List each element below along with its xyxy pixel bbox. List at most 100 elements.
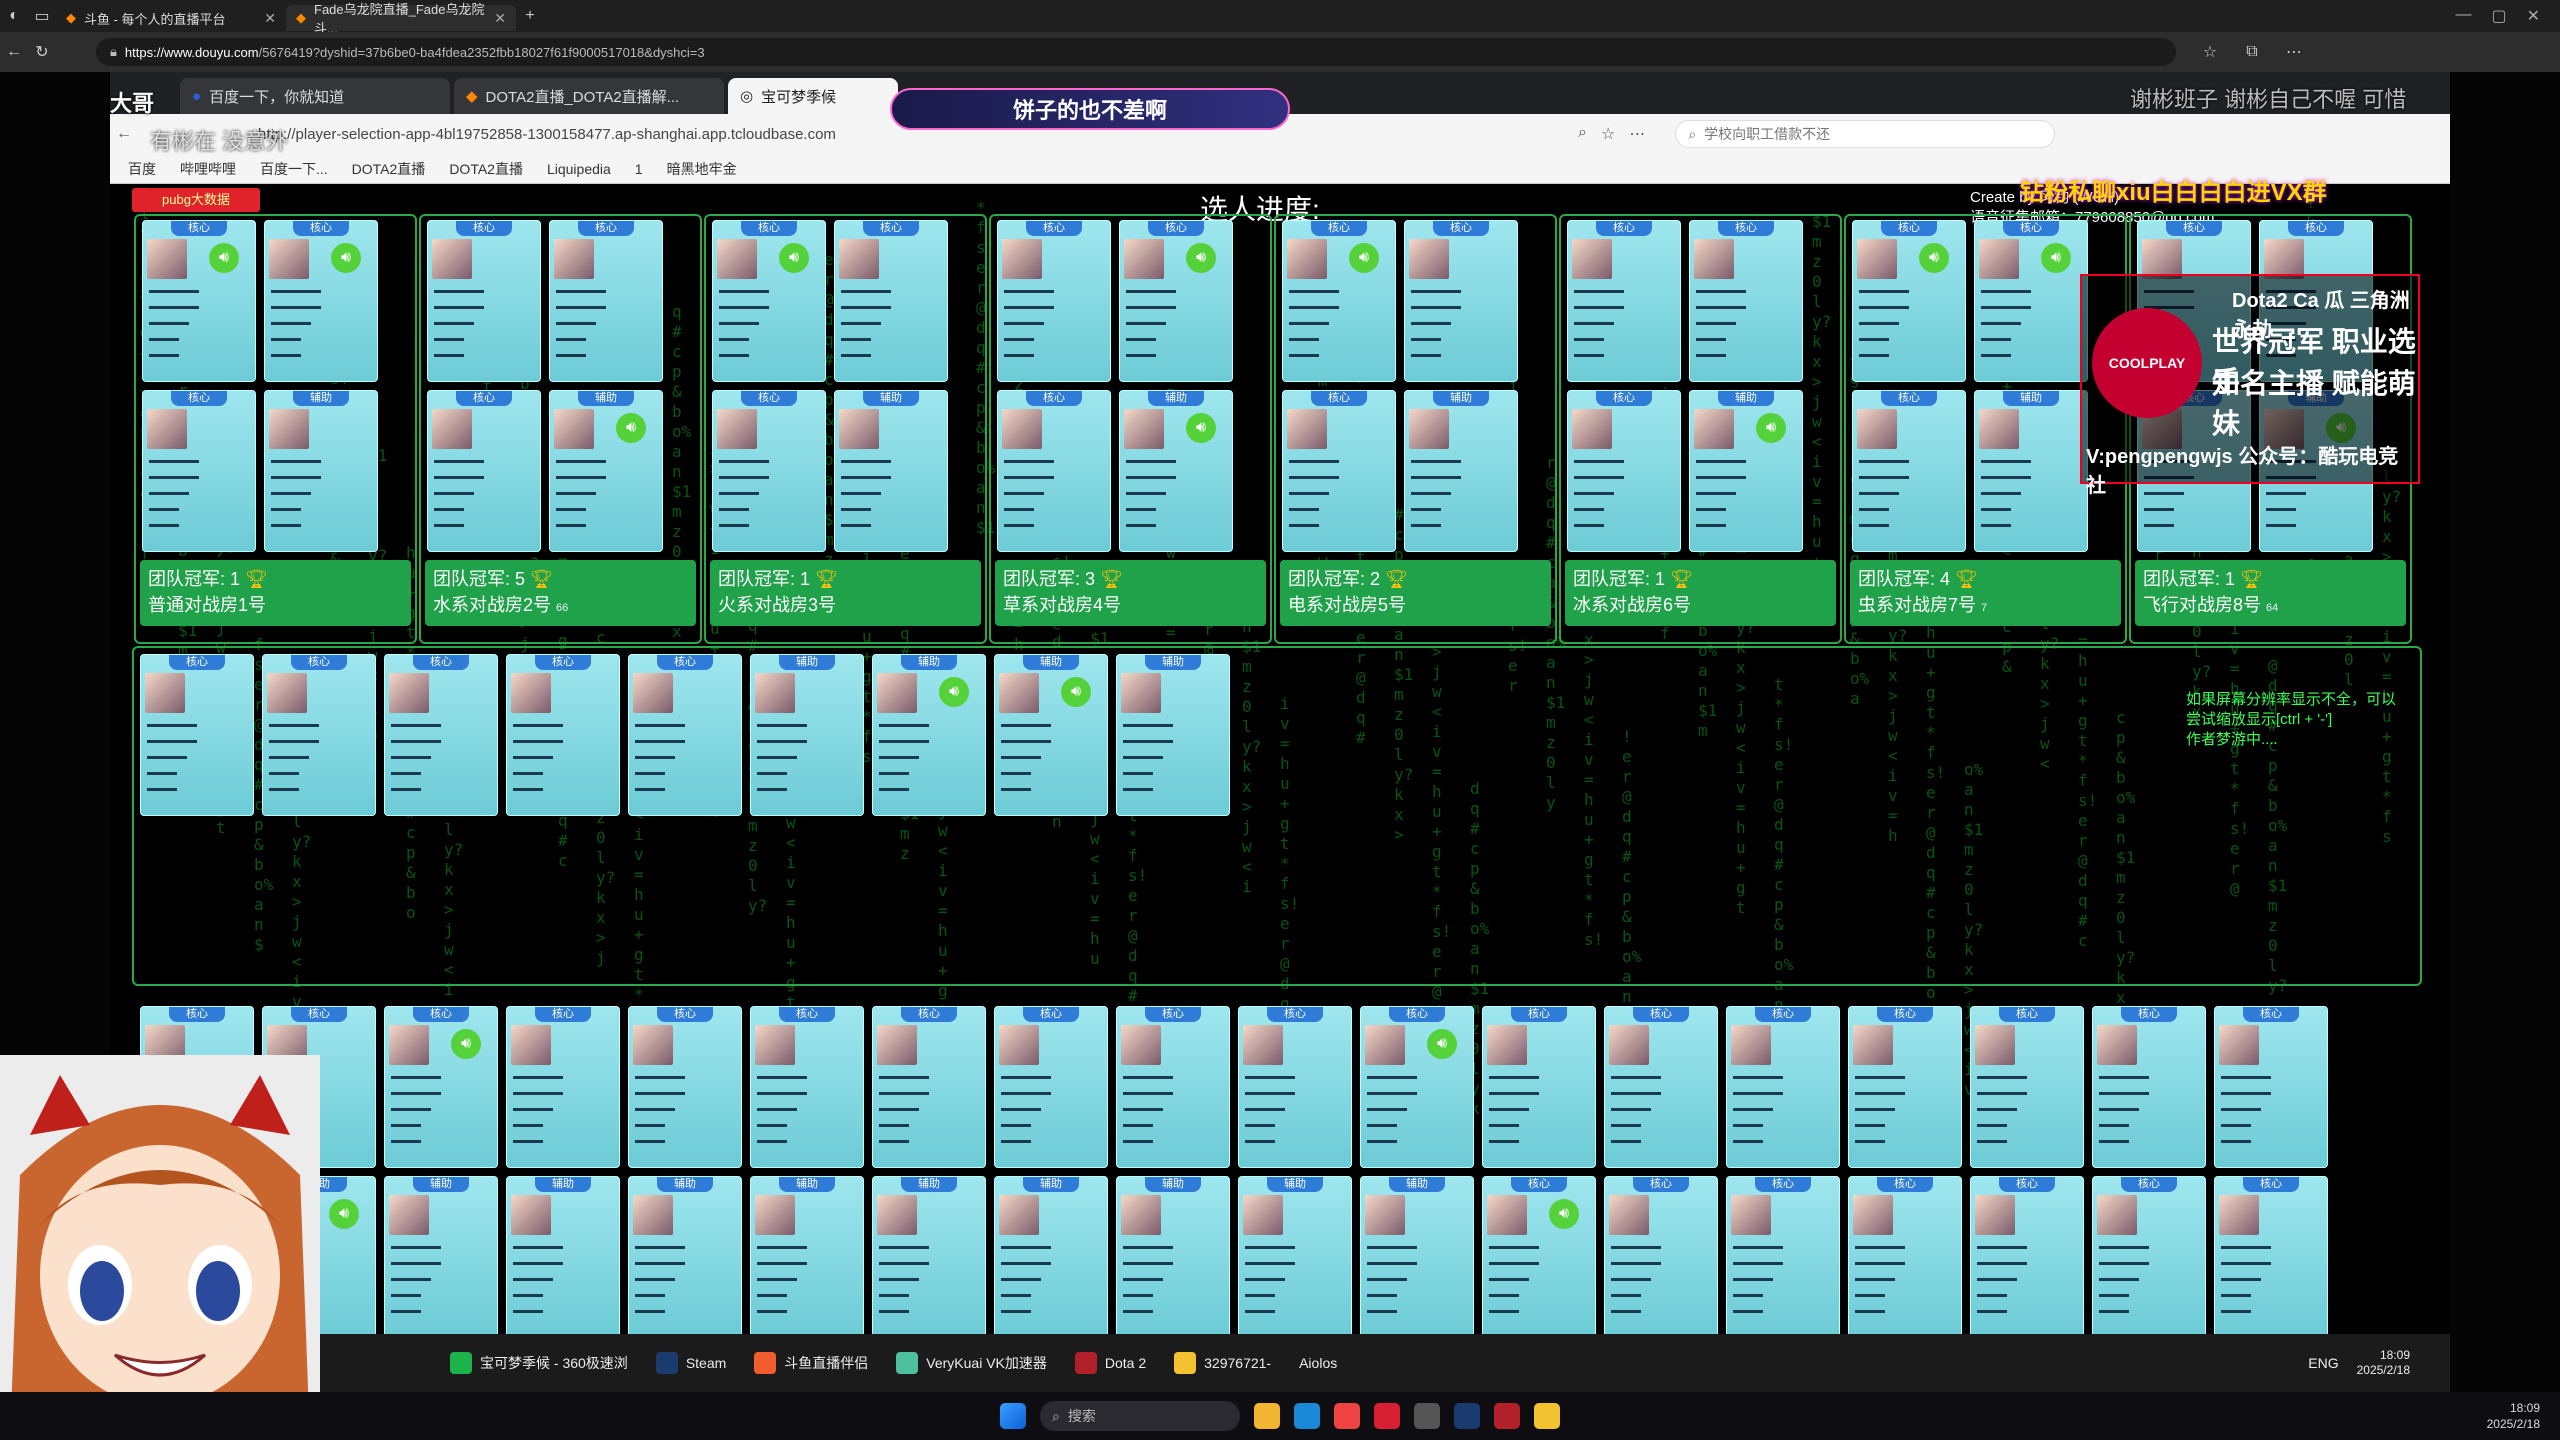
- player-card[interactable]: 核心 ▬▬▬▬▬▬▬▬▬▬▬▬▬▬▬▬▬▬▬▬: [2214, 1006, 2328, 1168]
- player-card[interactable]: 辅助 ▬▬▬▬▬▬▬▬▬▬▬▬▬▬▬▬▬▬▬▬: [264, 390, 378, 552]
- taskbar-app[interactable]: Dota 2: [1074, 1352, 1146, 1374]
- player-card[interactable]: 辅助 ▬▬▬▬▬▬▬▬▬▬▬▬▬▬▬▬▬▬▬▬: [628, 1176, 742, 1338]
- taskbar-app[interactable]: Aiolos: [1299, 1355, 1337, 1371]
- player-card[interactable]: 核心 ▬▬▬▬▬▬▬▬▬▬▬▬▬▬▬▬▬▬▬▬: [427, 220, 541, 382]
- taskbar-app[interactable]: Steam: [655, 1352, 726, 1374]
- new-tab-icon[interactable]: +: [516, 2, 544, 30]
- bookmark-item[interactable]: DOTA2直播: [352, 159, 426, 179]
- player-card[interactable]: 核心 ▬▬▬▬▬▬▬▬▬▬▬▬▬▬▬▬▬▬▬▬: [549, 220, 663, 382]
- player-card[interactable]: 核心 ▬▬▬▬▬▬▬▬▬▬▬▬▬▬▬▬▬▬▬▬: [1726, 1006, 1840, 1168]
- player-card[interactable]: 核心 ▬▬▬▬▬▬▬▬▬▬▬▬▬▬▬▬▬▬▬▬: [1848, 1176, 1962, 1338]
- player-card[interactable]: 辅助 ▬▬▬▬▬▬▬▬▬▬▬▬▬▬▬▬▬▬▬▬: [750, 1176, 864, 1338]
- dota2-icon[interactable]: [1494, 1403, 1520, 1429]
- windows-search[interactable]: ⌕ 搜索: [1040, 1401, 1240, 1431]
- player-card[interactable]: 核心 ▬▬▬▬▬▬▬▬▬▬▬▬▬▬▬▬▬▬▬▬: [1604, 1006, 1718, 1168]
- bookmark-item[interactable]: 哔哩哔哩: [180, 159, 236, 179]
- tab-actions-icon[interactable]: ▭: [28, 2, 56, 30]
- bookmark-item[interactable]: 百度一下...: [260, 159, 328, 179]
- obs-icon[interactable]: [1414, 1403, 1440, 1429]
- taskbar-app[interactable]: 斗鱼直播伴侣: [754, 1352, 868, 1374]
- outer-tab-douyu[interactable]: ◆ 斗鱼 - 每个人的直播平台 ✕: [56, 5, 286, 31]
- player-card[interactable]: 核心 ▬▬▬▬▬▬▬▬▬▬▬▬▬▬▬▬▬▬▬▬: [872, 1006, 986, 1168]
- player-card[interactable]: 辅助 ▬▬▬▬▬▬▬▬▬▬▬▬▬▬▬▬▬▬▬▬: [506, 1176, 620, 1338]
- taskbar-app[interactable]: VeryKuai VK加速器: [896, 1352, 1047, 1374]
- minimize-icon[interactable]: —: [2455, 6, 2471, 26]
- player-card[interactable]: 核心 ▬▬▬▬▬▬▬▬▬▬▬▬▬▬▬▬▬▬▬▬: [427, 390, 541, 552]
- player-card[interactable]: 辅助 ▬▬▬▬▬▬▬▬▬▬▬▬▬▬▬▬▬▬▬▬: [834, 390, 948, 552]
- bookmark-item[interactable]: 1: [635, 161, 643, 177]
- windows-start-icon[interactable]: [1000, 1403, 1026, 1429]
- player-card[interactable]: 核心 🔊︎ ▬▬▬▬▬ ▬▬▬▬▬ ▬▬▬▬ ▬▬▬ ▬▬▬: [264, 220, 378, 382]
- player-card[interactable]: 核心 ▬▬▬▬▬▬▬▬▬▬▬▬▬▬▬▬▬▬▬▬: [1567, 390, 1681, 552]
- stream-player[interactable]: ● 百度一下，你就知道 ◆ DOTA2直播_DOTA2直播解... ◎ 宝可梦季候 ←…: [110, 72, 2450, 1392]
- player-card[interactable]: 核心 ▬▬▬▬▬▬▬▬▬▬▬▬▬▬▬▬▬▬▬▬: [142, 390, 256, 552]
- player-card[interactable]: 核心 ▬▬▬▬▬▬▬▬▬▬▬▬▬▬▬▬▬▬▬▬: [1726, 1176, 1840, 1338]
- player-card[interactable]: 核心 ▬▬▬▬▬▬▬▬▬▬▬▬▬▬▬▬▬▬▬▬: [262, 654, 376, 816]
- player-card[interactable]: 核心 ▬▬▬▬▬▬▬▬▬▬▬▬▬▬▬▬▬▬▬▬: [2092, 1176, 2206, 1338]
- player-card[interactable]: 核心 ▬▬▬▬▬▬▬▬▬▬▬▬▬▬▬▬▬▬▬▬: [1567, 220, 1681, 382]
- player-card[interactable]: 核心 🔊︎ ▬▬▬▬▬ ▬▬▬▬▬ ▬▬▬▬ ▬▬▬ ▬▬▬: [1360, 1006, 1474, 1168]
- inner-search-field[interactable]: ⌕ 学校向职工借款不还: [1675, 120, 2056, 148]
- inner-tab-baidu[interactable]: ● 百度一下，你就知道: [180, 78, 450, 114]
- qq-icon[interactable]: [1534, 1403, 1560, 1429]
- player-card[interactable]: 核心 ▬▬▬▬▬▬▬▬▬▬▬▬▬▬▬▬▬▬▬▬: [834, 220, 948, 382]
- file-explorer-icon[interactable]: [1254, 1403, 1280, 1429]
- bookmark-item[interactable]: 暗黑地牢金: [667, 159, 737, 179]
- inner-tab-dota[interactable]: ◆ DOTA2直播_DOTA2直播解...: [454, 78, 724, 114]
- settings-icon[interactable]: ⋯: [2280, 38, 2308, 66]
- browser-menu-icon[interactable]: ◐: [0, 2, 28, 30]
- edge-icon[interactable]: [1294, 1403, 1320, 1429]
- player-card[interactable]: 核心 ▬▬▬▬▬▬▬▬▬▬▬▬▬▬▬▬▬▬▬▬: [506, 1006, 620, 1168]
- more-icon[interactable]: ⋯: [1629, 124, 1645, 144]
- player-card[interactable]: 核心 🔊︎ ▬▬▬▬▬ ▬▬▬▬▬ ▬▬▬▬ ▬▬▬ ▬▬▬: [1482, 1176, 1596, 1338]
- player-card[interactable]: 辅助 ▬▬▬▬▬▬▬▬▬▬▬▬▬▬▬▬▬▬▬▬: [994, 1176, 1108, 1338]
- player-card[interactable]: 核心 ▬▬▬▬▬▬▬▬▬▬▬▬▬▬▬▬▬▬▬▬: [140, 654, 254, 816]
- player-card[interactable]: 核心 ▬▬▬▬▬▬▬▬▬▬▬▬▬▬▬▬▬▬▬▬: [628, 654, 742, 816]
- close-window-icon[interactable]: ✕: [2527, 6, 2540, 26]
- player-card[interactable]: 核心 ▬▬▬▬▬▬▬▬▬▬▬▬▬▬▬▬▬▬▬▬: [1848, 1006, 1962, 1168]
- back-icon[interactable]: ←: [0, 38, 28, 66]
- player-card[interactable]: 核心 🔊︎ ▬▬▬▬▬ ▬▬▬▬▬ ▬▬▬▬ ▬▬▬ ▬▬▬: [142, 220, 256, 382]
- player-card[interactable]: 核心 ▬▬▬▬▬▬▬▬▬▬▬▬▬▬▬▬▬▬▬▬: [2092, 1006, 2206, 1168]
- player-card[interactable]: 辅助 ▬▬▬▬▬▬▬▬▬▬▬▬▬▬▬▬▬▬▬▬: [384, 1176, 498, 1338]
- player-card[interactable]: 辅助 🔊︎ ▬▬▬▬▬▬▬▬▬▬▬▬▬▬▬▬▬▬▬▬: [872, 654, 986, 816]
- player-card[interactable]: 核心 🔊︎ ▬▬▬▬▬ ▬▬▬▬▬ ▬▬▬▬ ▬▬▬ ▬▬▬: [384, 1006, 498, 1168]
- player-card[interactable]: 核心 ▬▬▬▬▬▬▬▬▬▬▬▬▬▬▬▬▬▬▬▬: [1482, 1006, 1596, 1168]
- reload-icon[interactable]: ↻: [28, 38, 56, 66]
- player-card[interactable]: 核心 🔊︎ ▬▬▬▬▬ ▬▬▬▬▬ ▬▬▬▬ ▬▬▬ ▬▬▬: [712, 220, 826, 382]
- url-field[interactable]: 🔒︎ https://www.douyu.com/5676419?dyshid=…: [96, 38, 2176, 66]
- search-icon[interactable]: ⌕: [1578, 124, 1587, 144]
- netease-music-icon[interactable]: [1374, 1403, 1400, 1429]
- player-card[interactable]: 辅助 🔊︎ ▬▬▬▬▬▬▬▬▬▬▬▬▬▬▬▬▬▬▬▬: [994, 654, 1108, 816]
- player-card[interactable]: 辅助 ▬▬▬▬▬▬▬▬▬▬▬▬▬▬▬▬▬▬▬▬: [1238, 1176, 1352, 1338]
- player-card[interactable]: 核心 ▬▬▬▬▬▬▬▬▬▬▬▬▬▬▬▬▬▬▬▬: [1604, 1176, 1718, 1338]
- player-card[interactable]: 核心 ▬▬▬▬▬▬▬▬▬▬▬▬▬▬▬▬▬▬▬▬: [1689, 220, 1803, 382]
- close-icon[interactable]: ✕: [494, 10, 506, 27]
- player-card[interactable]: 核心 🔊︎ ▬▬▬▬▬ ▬▬▬▬▬ ▬▬▬▬ ▬▬▬ ▬▬▬: [1119, 220, 1233, 382]
- player-card[interactable]: 辅助 ▬▬▬▬▬▬▬▬▬▬▬▬▬▬▬▬▬▬▬▬: [1360, 1176, 1474, 1338]
- player-card[interactable]: 辅助 ▬▬▬▬▬▬▬▬▬▬▬▬▬▬▬▬▬▬▬▬: [872, 1176, 986, 1338]
- outer-tab-fade[interactable]: ◆ Fade乌龙院直播_Fade乌龙院斗... ✕: [286, 2, 516, 36]
- bookmark-item[interactable]: 百度: [128, 159, 156, 179]
- player-card[interactable]: 辅助 🔊︎ ▬▬▬▬▬▬▬▬▬▬▬▬▬▬▬▬▬▬▬▬: [549, 390, 663, 552]
- back-icon[interactable]: ←: [110, 120, 138, 148]
- player-card[interactable]: 核心 ▬▬▬▬▬▬▬▬▬▬▬▬▬▬▬▬▬▬▬▬: [994, 1006, 1108, 1168]
- bookmark-item[interactable]: Liquipedia: [547, 161, 611, 177]
- player-card[interactable]: 核心 ▬▬▬▬▬▬▬▬▬▬▬▬▬▬▬▬▬▬▬▬: [1116, 1006, 1230, 1168]
- player-card[interactable]: 核心 ▬▬▬▬▬▬▬▬▬▬▬▬▬▬▬▬▬▬▬▬: [1282, 390, 1396, 552]
- close-icon[interactable]: ✕: [264, 10, 276, 27]
- inner-tab-pokemon[interactable]: ◎ 宝可梦季候: [728, 78, 898, 114]
- player-card[interactable]: 辅助 🔊︎ ▬▬▬▬▬▬▬▬▬▬▬▬▬▬▬▬▬▬▬▬: [1119, 390, 1233, 552]
- player-card[interactable]: 核心 ▬▬▬▬▬▬▬▬▬▬▬▬▬▬▬▬▬▬▬▬: [1404, 220, 1518, 382]
- taskbar-app[interactable]: 宝可梦季候 - 360极速浏: [450, 1352, 628, 1374]
- player-card[interactable]: 核心 ▬▬▬▬▬▬▬▬▬▬▬▬▬▬▬▬▬▬▬▬: [1852, 390, 1966, 552]
- player-card[interactable]: 核心 ▬▬▬▬▬▬▬▬▬▬▬▬▬▬▬▬▬▬▬▬: [2214, 1176, 2328, 1338]
- favorites-icon[interactable]: ☆: [2196, 38, 2224, 66]
- extensions-icon[interactable]: ⧉: [2238, 38, 2266, 66]
- player-card[interactable]: 核心 ▬▬▬▬▬▬▬▬▬▬▬▬▬▬▬▬▬▬▬▬: [997, 390, 1111, 552]
- player-card[interactable]: 辅助 🔊︎ ▬▬▬▬▬▬▬▬▬▬▬▬▬▬▬▬▬▬▬▬: [1689, 390, 1803, 552]
- player-card[interactable]: 核心 ▬▬▬▬▬▬▬▬▬▬▬▬▬▬▬▬▬▬▬▬: [997, 220, 1111, 382]
- player-card[interactable]: 核心 🔊︎ ▬▬▬▬▬ ▬▬▬▬▬ ▬▬▬▬ ▬▬▬ ▬▬▬: [1852, 220, 1966, 382]
- player-card[interactable]: 核心 🔊︎ ▬▬▬▬▬ ▬▬▬▬▬ ▬▬▬▬ ▬▬▬ ▬▬▬: [1282, 220, 1396, 382]
- player-card[interactable]: 核心 ▬▬▬▬▬▬▬▬▬▬▬▬▬▬▬▬▬▬▬▬: [628, 1006, 742, 1168]
